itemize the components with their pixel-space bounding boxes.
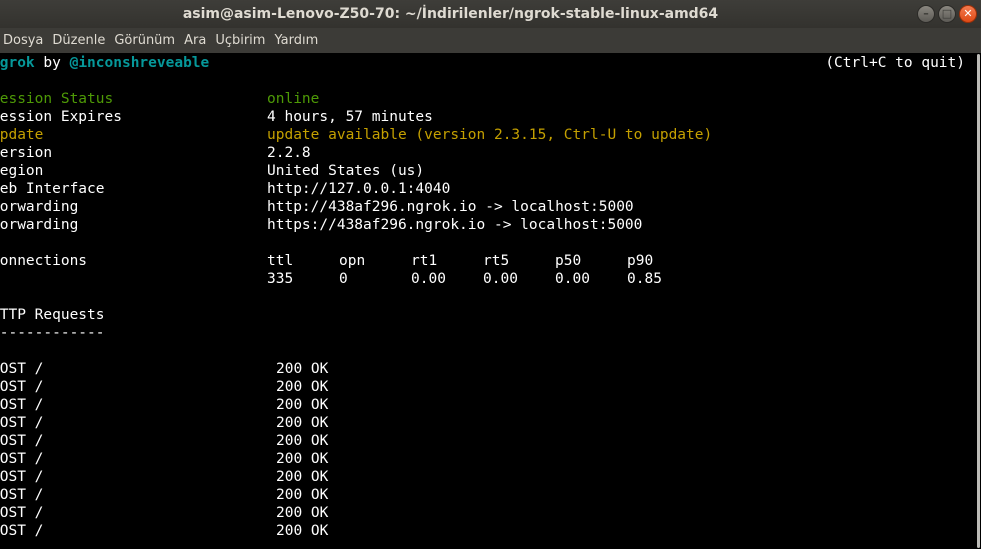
menu-dosya[interactable]: Dosya [0, 28, 49, 53]
request-row-method: POST / [0, 523, 44, 539]
web-interface-label: Web Interface [0, 181, 105, 197]
window-controls: – □ ✕ [917, 5, 977, 23]
conn-value-rt5: 0.00 [483, 271, 518, 287]
app-name: ngrok [0, 55, 35, 71]
request-row-status: 200 OK [276, 415, 329, 431]
request-row-method: POST / [0, 469, 44, 485]
menu-ara[interactable]: Ara [181, 28, 212, 53]
quit-hint: (Ctrl+C to quit) [825, 55, 965, 71]
web-interface-value[interactable]: http://127.0.0.1:4040 [267, 180, 450, 198]
update-value: update available (version 2.3.15, Ctrl-U… [267, 127, 713, 143]
forwarding-https-value[interactable]: https://438af296.ngrok.io -> localhost:5… [267, 216, 642, 234]
request-row-method: POST / [0, 433, 44, 449]
conn-value-rt1: 0.00 [411, 271, 446, 287]
region-value: United States (us) [267, 163, 425, 179]
conn-header-p90: p90 [627, 253, 654, 269]
http-requests-label: HTTP Requests [0, 307, 105, 323]
request-row-status: 200 OK [276, 469, 329, 485]
conn-value-p90: 0.85 [627, 271, 662, 287]
conn-header-ttl: ttl [267, 253, 294, 269]
version-value: 2.2.8 [267, 145, 311, 161]
request-row-status: 200 OK [276, 379, 329, 395]
title-bar[interactable]: asim@asim-Lenovo-Z50-70: ~/İndirilenler/… [0, 0, 981, 28]
request-row-method: POST / [0, 415, 44, 431]
request-row-method: POST / [0, 361, 44, 377]
http-requests-divider: ------------- [0, 325, 105, 341]
conn-header-p50: p50 [555, 253, 582, 269]
conn-header-opn: opn [339, 253, 366, 269]
update-label: Update [0, 127, 44, 143]
author-name: @inconshreveable [69, 55, 210, 71]
terminal-window: asim@asim-Lenovo-Z50-70: ~/İndirilenler/… [0, 0, 981, 549]
ngrok-header: ngrok by @inconshreveable [0, 54, 209, 72]
connections-label: Connections [0, 253, 88, 269]
conn-value-p50: 0.00 [555, 271, 590, 287]
conn-header-rt5: rt5 [483, 253, 510, 269]
request-row-status: 200 OK [276, 433, 329, 449]
window-title: asim@asim-Lenovo-Z50-70: ~/İndirilenler/… [182, 6, 719, 22]
menu-bar: Dosya Düzenle Görünüm Ara Uçbirim Yardım [0, 28, 981, 53]
conn-header-rt1: rt1 [411, 253, 438, 269]
region-label: Region [0, 163, 44, 179]
forwarding-label-https: Forwarding [0, 217, 79, 233]
session-status-label: Session Status [0, 91, 114, 107]
session-expires-value: 4 hours, 57 minutes [267, 109, 433, 125]
session-status-value: online [267, 91, 320, 107]
request-row-status: 200 OK [276, 451, 329, 467]
version-label: Version [0, 145, 53, 161]
request-row-method: POST / [0, 451, 44, 467]
maximize-icon[interactable]: □ [938, 5, 956, 23]
conn-value-ttl: 335 [267, 271, 294, 287]
by-text: by [43, 55, 61, 71]
request-row-status: 200 OK [276, 397, 329, 413]
request-row-method: POST / [0, 397, 44, 413]
request-row-status: 200 OK [276, 523, 329, 539]
request-row-status: 200 OK [276, 361, 329, 377]
terminal-output[interactable]: ngrok by @inconshreveable (Ctrl+C to qui… [0, 53, 975, 549]
forwarding-http-value[interactable]: http://438af296.ngrok.io -> localhost:50… [267, 198, 634, 216]
scrollbar-thumb[interactable] [977, 54, 980, 548]
session-expires-label: Session Expires [0, 109, 122, 125]
menu-duzenle[interactable]: Düzenle [49, 28, 111, 53]
minimize-icon[interactable]: – [917, 5, 935, 23]
request-row-method: POST / [0, 379, 44, 395]
request-row-status: 200 OK [276, 505, 329, 521]
request-row-status: 200 OK [276, 487, 329, 503]
request-row-method: POST / [0, 487, 44, 503]
terminal-scrollbar[interactable] [975, 53, 981, 549]
menu-ucbirim[interactable]: Uçbirim [212, 28, 271, 53]
menu-gorunum[interactable]: Görünüm [111, 28, 181, 53]
menu-yardim[interactable]: Yardım [271, 28, 324, 53]
forwarding-label-http: Forwarding [0, 199, 79, 215]
conn-value-opn: 0 [339, 271, 348, 287]
close-icon[interactable]: ✕ [959, 5, 977, 23]
request-row-method: POST / [0, 505, 44, 521]
